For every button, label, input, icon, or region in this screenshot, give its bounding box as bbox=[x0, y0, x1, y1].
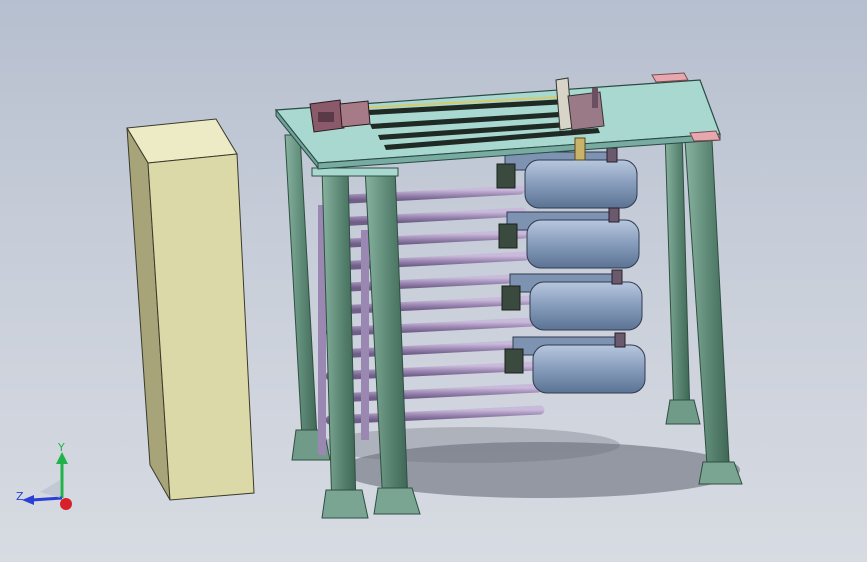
corner-pad bbox=[651, 72, 689, 83]
cabinet-block[interactable] bbox=[126, 118, 255, 501]
hanger-rod bbox=[574, 137, 586, 161]
x-axis-icon bbox=[60, 498, 72, 510]
pipe[interactable] bbox=[325, 185, 525, 205]
y-axis-label: Y bbox=[58, 441, 65, 454]
z-axis-icon bbox=[31, 496, 63, 502]
z-axis-label: Z bbox=[16, 490, 24, 503]
assembly-model[interactable] bbox=[0, 0, 867, 562]
corner-pad bbox=[689, 130, 721, 142]
pipe[interactable] bbox=[325, 317, 537, 337]
tank-unit[interactable] bbox=[496, 147, 638, 209]
cad-viewport[interactable]: Y Z bbox=[0, 0, 867, 562]
slide-carriage[interactable] bbox=[555, 77, 605, 131]
pipe[interactable] bbox=[325, 273, 533, 293]
axis-triad bbox=[22, 452, 72, 510]
tank-stack[interactable] bbox=[496, 147, 646, 394]
pipe[interactable] bbox=[325, 229, 529, 249]
pipe[interactable] bbox=[331, 207, 527, 227]
